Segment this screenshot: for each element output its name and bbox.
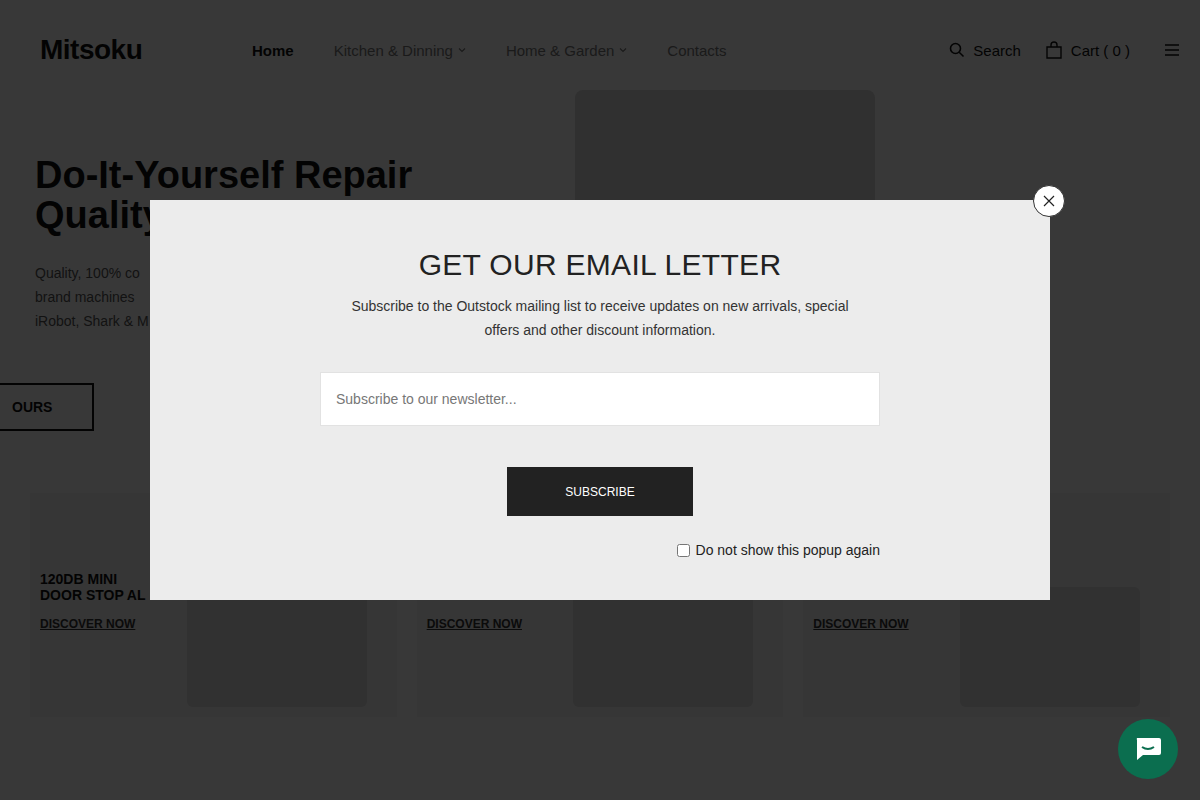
newsletter-modal: GET OUR EMAIL LETTER Subscribe to the Ou… [150, 200, 1050, 600]
checkbox[interactable] [677, 544, 690, 557]
close-button[interactable] [1033, 185, 1065, 217]
subscribe-button[interactable]: SUBSCRIBE [507, 467, 693, 516]
chat-button[interactable] [1118, 719, 1178, 779]
checkbox-label: Do not show this popup again [696, 542, 880, 558]
page: Mitsoku Home Kitchen & Dinning Home & Ga… [0, 0, 1200, 800]
modal-description: Subscribe to the Outstock mailing list t… [335, 294, 865, 342]
modal-title: GET OUR EMAIL LETTER [419, 248, 782, 282]
dont-show-checkbox[interactable]: Do not show this popup again [320, 542, 880, 558]
email-input[interactable] [320, 372, 880, 426]
chat-icon [1133, 735, 1163, 763]
close-icon [1042, 194, 1056, 208]
